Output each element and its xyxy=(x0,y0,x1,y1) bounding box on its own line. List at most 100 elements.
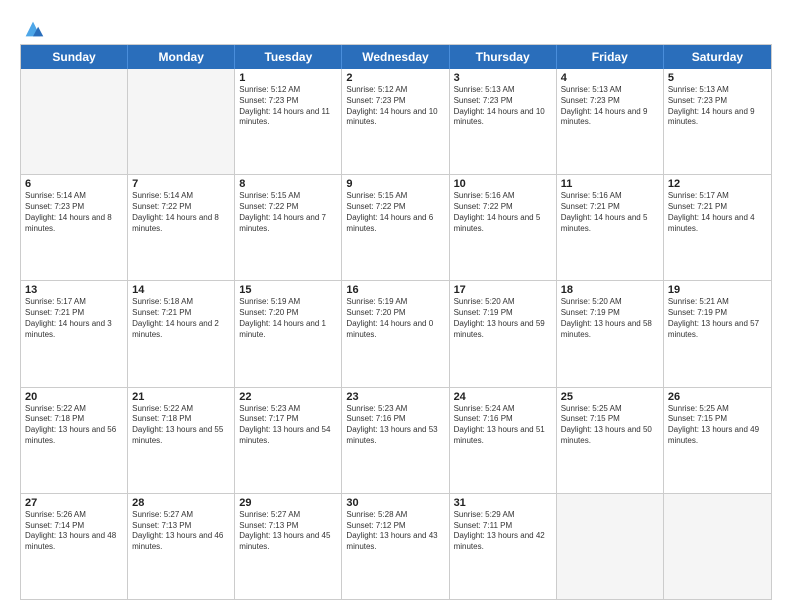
header xyxy=(20,18,772,36)
day-number: 7 xyxy=(132,178,230,190)
day-info: Sunrise: 5:25 AM Sunset: 7:15 PM Dayligh… xyxy=(561,404,659,447)
calendar-cell: 23Sunrise: 5:23 AM Sunset: 7:16 PM Dayli… xyxy=(342,388,449,493)
calendar-cell: 13Sunrise: 5:17 AM Sunset: 7:21 PM Dayli… xyxy=(21,281,128,386)
day-info: Sunrise: 5:14 AM Sunset: 7:23 PM Dayligh… xyxy=(25,191,123,234)
day-number: 6 xyxy=(25,178,123,190)
calendar-cell: 4Sunrise: 5:13 AM Sunset: 7:23 PM Daylig… xyxy=(557,69,664,174)
header-cell-thursday: Thursday xyxy=(450,45,557,69)
day-info: Sunrise: 5:17 AM Sunset: 7:21 PM Dayligh… xyxy=(25,297,123,340)
calendar-cell: 28Sunrise: 5:27 AM Sunset: 7:13 PM Dayli… xyxy=(128,494,235,599)
calendar-cell: 18Sunrise: 5:20 AM Sunset: 7:19 PM Dayli… xyxy=(557,281,664,386)
day-info: Sunrise: 5:25 AM Sunset: 7:15 PM Dayligh… xyxy=(668,404,767,447)
day-number: 29 xyxy=(239,497,337,509)
day-info: Sunrise: 5:15 AM Sunset: 7:22 PM Dayligh… xyxy=(346,191,444,234)
header-cell-wednesday: Wednesday xyxy=(342,45,449,69)
day-number: 1 xyxy=(239,72,337,84)
day-info: Sunrise: 5:14 AM Sunset: 7:22 PM Dayligh… xyxy=(132,191,230,234)
calendar-cell: 5Sunrise: 5:13 AM Sunset: 7:23 PM Daylig… xyxy=(664,69,771,174)
calendar-row-1: 6Sunrise: 5:14 AM Sunset: 7:23 PM Daylig… xyxy=(21,174,771,280)
day-info: Sunrise: 5:21 AM Sunset: 7:19 PM Dayligh… xyxy=(668,297,767,340)
day-info: Sunrise: 5:13 AM Sunset: 7:23 PM Dayligh… xyxy=(668,85,767,128)
day-info: Sunrise: 5:22 AM Sunset: 7:18 PM Dayligh… xyxy=(132,404,230,447)
day-info: Sunrise: 5:12 AM Sunset: 7:23 PM Dayligh… xyxy=(239,85,337,128)
day-number: 25 xyxy=(561,391,659,403)
calendar-row-2: 13Sunrise: 5:17 AM Sunset: 7:21 PM Dayli… xyxy=(21,280,771,386)
day-number: 9 xyxy=(346,178,444,190)
day-number: 31 xyxy=(454,497,552,509)
day-number: 13 xyxy=(25,284,123,296)
page: SundayMondayTuesdayWednesdayThursdayFrid… xyxy=(0,0,792,612)
day-number: 3 xyxy=(454,72,552,84)
day-number: 21 xyxy=(132,391,230,403)
day-info: Sunrise: 5:18 AM Sunset: 7:21 PM Dayligh… xyxy=(132,297,230,340)
calendar-cell xyxy=(21,69,128,174)
calendar-cell: 3Sunrise: 5:13 AM Sunset: 7:23 PM Daylig… xyxy=(450,69,557,174)
calendar-row-0: 1Sunrise: 5:12 AM Sunset: 7:23 PM Daylig… xyxy=(21,69,771,174)
calendar-cell: 24Sunrise: 5:24 AM Sunset: 7:16 PM Dayli… xyxy=(450,388,557,493)
day-info: Sunrise: 5:22 AM Sunset: 7:18 PM Dayligh… xyxy=(25,404,123,447)
calendar-cell: 19Sunrise: 5:21 AM Sunset: 7:19 PM Dayli… xyxy=(664,281,771,386)
day-info: Sunrise: 5:28 AM Sunset: 7:12 PM Dayligh… xyxy=(346,510,444,553)
calendar-cell: 31Sunrise: 5:29 AM Sunset: 7:11 PM Dayli… xyxy=(450,494,557,599)
day-info: Sunrise: 5:29 AM Sunset: 7:11 PM Dayligh… xyxy=(454,510,552,553)
calendar-header: SundayMondayTuesdayWednesdayThursdayFrid… xyxy=(21,45,771,69)
day-info: Sunrise: 5:24 AM Sunset: 7:16 PM Dayligh… xyxy=(454,404,552,447)
day-info: Sunrise: 5:19 AM Sunset: 7:20 PM Dayligh… xyxy=(239,297,337,340)
logo xyxy=(20,18,44,36)
calendar-cell: 21Sunrise: 5:22 AM Sunset: 7:18 PM Dayli… xyxy=(128,388,235,493)
header-cell-friday: Friday xyxy=(557,45,664,69)
calendar-cell: 14Sunrise: 5:18 AM Sunset: 7:21 PM Dayli… xyxy=(128,281,235,386)
day-number: 17 xyxy=(454,284,552,296)
calendar-cell: 9Sunrise: 5:15 AM Sunset: 7:22 PM Daylig… xyxy=(342,175,449,280)
day-number: 11 xyxy=(561,178,659,190)
day-info: Sunrise: 5:13 AM Sunset: 7:23 PM Dayligh… xyxy=(454,85,552,128)
calendar-cell xyxy=(664,494,771,599)
day-info: Sunrise: 5:20 AM Sunset: 7:19 PM Dayligh… xyxy=(454,297,552,340)
calendar-cell: 11Sunrise: 5:16 AM Sunset: 7:21 PM Dayli… xyxy=(557,175,664,280)
day-number: 27 xyxy=(25,497,123,509)
calendar-row-3: 20Sunrise: 5:22 AM Sunset: 7:18 PM Dayli… xyxy=(21,387,771,493)
day-info: Sunrise: 5:15 AM Sunset: 7:22 PM Dayligh… xyxy=(239,191,337,234)
day-number: 10 xyxy=(454,178,552,190)
calendar-cell: 2Sunrise: 5:12 AM Sunset: 7:23 PM Daylig… xyxy=(342,69,449,174)
day-number: 23 xyxy=(346,391,444,403)
day-number: 22 xyxy=(239,391,337,403)
day-number: 15 xyxy=(239,284,337,296)
day-number: 16 xyxy=(346,284,444,296)
calendar-cell: 27Sunrise: 5:26 AM Sunset: 7:14 PM Dayli… xyxy=(21,494,128,599)
calendar-cell: 12Sunrise: 5:17 AM Sunset: 7:21 PM Dayli… xyxy=(664,175,771,280)
calendar-cell: 15Sunrise: 5:19 AM Sunset: 7:20 PM Dayli… xyxy=(235,281,342,386)
day-info: Sunrise: 5:20 AM Sunset: 7:19 PM Dayligh… xyxy=(561,297,659,340)
calendar: SundayMondayTuesdayWednesdayThursdayFrid… xyxy=(20,44,772,600)
day-number: 24 xyxy=(454,391,552,403)
day-number: 18 xyxy=(561,284,659,296)
calendar-cell: 1Sunrise: 5:12 AM Sunset: 7:23 PM Daylig… xyxy=(235,69,342,174)
day-number: 20 xyxy=(25,391,123,403)
calendar-row-4: 27Sunrise: 5:26 AM Sunset: 7:14 PM Dayli… xyxy=(21,493,771,599)
header-cell-monday: Monday xyxy=(128,45,235,69)
day-info: Sunrise: 5:12 AM Sunset: 7:23 PM Dayligh… xyxy=(346,85,444,128)
day-number: 4 xyxy=(561,72,659,84)
day-info: Sunrise: 5:19 AM Sunset: 7:20 PM Dayligh… xyxy=(346,297,444,340)
day-number: 8 xyxy=(239,178,337,190)
calendar-body: 1Sunrise: 5:12 AM Sunset: 7:23 PM Daylig… xyxy=(21,69,771,599)
day-info: Sunrise: 5:27 AM Sunset: 7:13 PM Dayligh… xyxy=(132,510,230,553)
calendar-cell: 20Sunrise: 5:22 AM Sunset: 7:18 PM Dayli… xyxy=(21,388,128,493)
day-info: Sunrise: 5:16 AM Sunset: 7:21 PM Dayligh… xyxy=(561,191,659,234)
calendar-cell: 25Sunrise: 5:25 AM Sunset: 7:15 PM Dayli… xyxy=(557,388,664,493)
day-number: 30 xyxy=(346,497,444,509)
logo-icon xyxy=(22,18,44,40)
day-number: 14 xyxy=(132,284,230,296)
calendar-cell: 29Sunrise: 5:27 AM Sunset: 7:13 PM Dayli… xyxy=(235,494,342,599)
calendar-cell: 22Sunrise: 5:23 AM Sunset: 7:17 PM Dayli… xyxy=(235,388,342,493)
calendar-cell: 26Sunrise: 5:25 AM Sunset: 7:15 PM Dayli… xyxy=(664,388,771,493)
header-cell-saturday: Saturday xyxy=(664,45,771,69)
calendar-cell: 8Sunrise: 5:15 AM Sunset: 7:22 PM Daylig… xyxy=(235,175,342,280)
header-cell-sunday: Sunday xyxy=(21,45,128,69)
day-number: 26 xyxy=(668,391,767,403)
calendar-cell: 16Sunrise: 5:19 AM Sunset: 7:20 PM Dayli… xyxy=(342,281,449,386)
calendar-cell xyxy=(128,69,235,174)
day-number: 19 xyxy=(668,284,767,296)
calendar-cell: 6Sunrise: 5:14 AM Sunset: 7:23 PM Daylig… xyxy=(21,175,128,280)
day-number: 5 xyxy=(668,72,767,84)
